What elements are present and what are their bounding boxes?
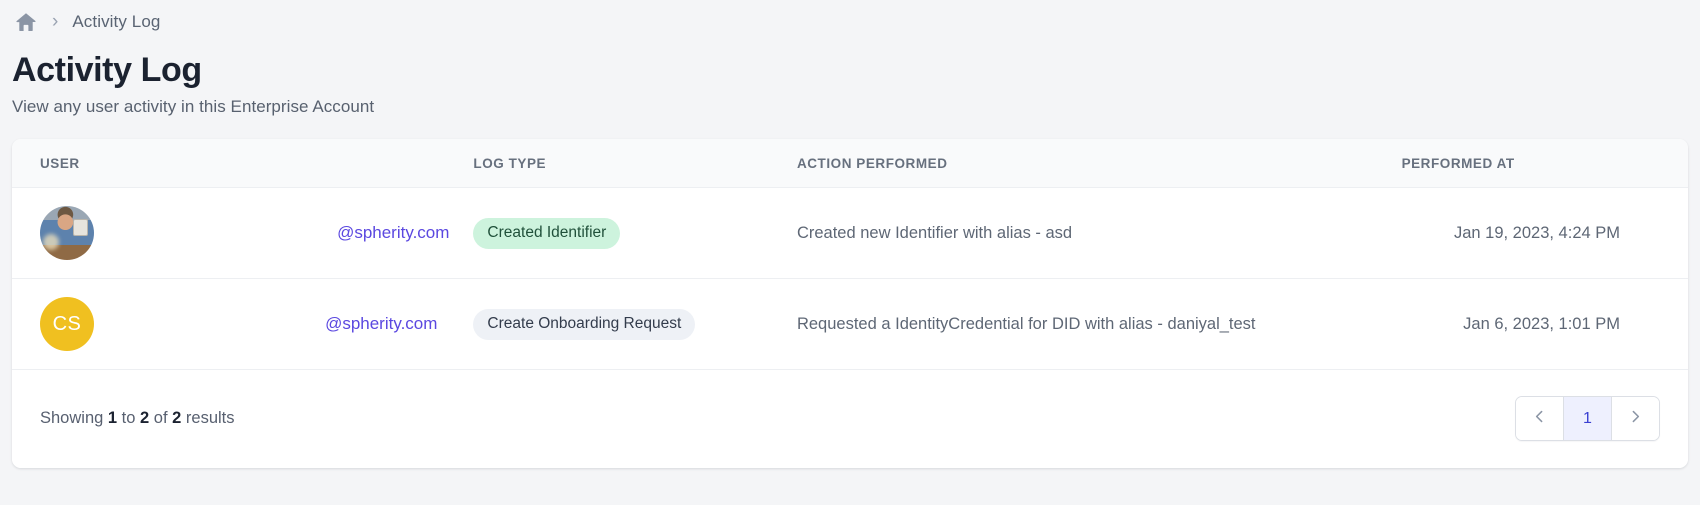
home-icon[interactable] xyxy=(14,10,38,34)
breadcrumb: › Activity Log xyxy=(12,0,1688,44)
cell-performed-at: Jan 6, 2023, 1:01 PM xyxy=(1402,279,1688,370)
chevron-left-icon xyxy=(1531,408,1548,430)
cell-user: CS @spherity.com xyxy=(12,279,473,370)
showing-total: 2 xyxy=(172,409,181,427)
showing-to: 2 xyxy=(140,409,149,427)
breadcrumb-current[interactable]: Activity Log xyxy=(72,12,160,32)
showing-to-word: to xyxy=(117,409,140,427)
showing-suffix: results xyxy=(181,409,234,427)
column-header-performed-at: PERFORMED AT xyxy=(1402,139,1688,188)
page-subtitle: View any user activity in this Enterpris… xyxy=(12,97,1688,117)
avatar-initials: CS xyxy=(53,313,82,336)
activity-log-page: › Activity Log Activity Log View any use… xyxy=(0,0,1700,505)
table-footer: Showing 1 to 2 of 2 results 1 xyxy=(12,370,1688,468)
breadcrumb-separator: › xyxy=(52,12,58,33)
activity-log-card: USER LOG TYPE ACTION PERFORMED PERFORMED… xyxy=(12,139,1688,468)
showing-from: 1 xyxy=(108,409,117,427)
chevron-right-icon xyxy=(1627,408,1644,430)
column-header-user: USER xyxy=(12,139,473,188)
cell-log-type: Create Onboarding Request xyxy=(473,279,797,370)
avatar: CS xyxy=(40,297,94,351)
status-badge: Created Identifier xyxy=(473,218,620,249)
table-row[interactable]: CS @spherity.com Create Onboarding Reque… xyxy=(12,279,1688,370)
column-header-action: ACTION PERFORMED xyxy=(797,139,1402,188)
pagination-prev-button[interactable] xyxy=(1516,397,1563,440)
cell-performed-at: Jan 19, 2023, 4:24 PM xyxy=(1402,188,1688,279)
results-summary: Showing 1 to 2 of 2 results xyxy=(40,409,235,428)
column-header-log-type: LOG TYPE xyxy=(473,139,797,188)
activity-log-table: USER LOG TYPE ACTION PERFORMED PERFORMED… xyxy=(12,139,1688,370)
user-email-link[interactable]: @spherity.com xyxy=(337,223,473,243)
cell-log-type: Created Identifier xyxy=(473,188,797,279)
status-badge: Create Onboarding Request xyxy=(473,309,695,340)
pagination: 1 xyxy=(1515,396,1660,441)
table-body: @spherity.com Created Identifier Created… xyxy=(12,188,1688,370)
table-head: USER LOG TYPE ACTION PERFORMED PERFORMED… xyxy=(12,139,1688,188)
table-row[interactable]: @spherity.com Created Identifier Created… xyxy=(12,188,1688,279)
user-email-link[interactable]: @spherity.com xyxy=(325,314,473,334)
pagination-next-button[interactable] xyxy=(1612,397,1659,440)
showing-prefix: Showing xyxy=(40,409,108,427)
cell-user: @spherity.com xyxy=(12,188,473,279)
table-header-row: USER LOG TYPE ACTION PERFORMED PERFORMED… xyxy=(12,139,1688,188)
pagination-page-1[interactable]: 1 xyxy=(1563,397,1612,440)
showing-of-word: of xyxy=(149,409,172,427)
page-title: Activity Log xyxy=(12,50,1688,90)
avatar xyxy=(40,206,94,260)
cell-action-performed: Created new Identifier with alias - asd xyxy=(797,188,1402,279)
cell-action-performed: Requested a IdentityCredential for DID w… xyxy=(797,279,1402,370)
